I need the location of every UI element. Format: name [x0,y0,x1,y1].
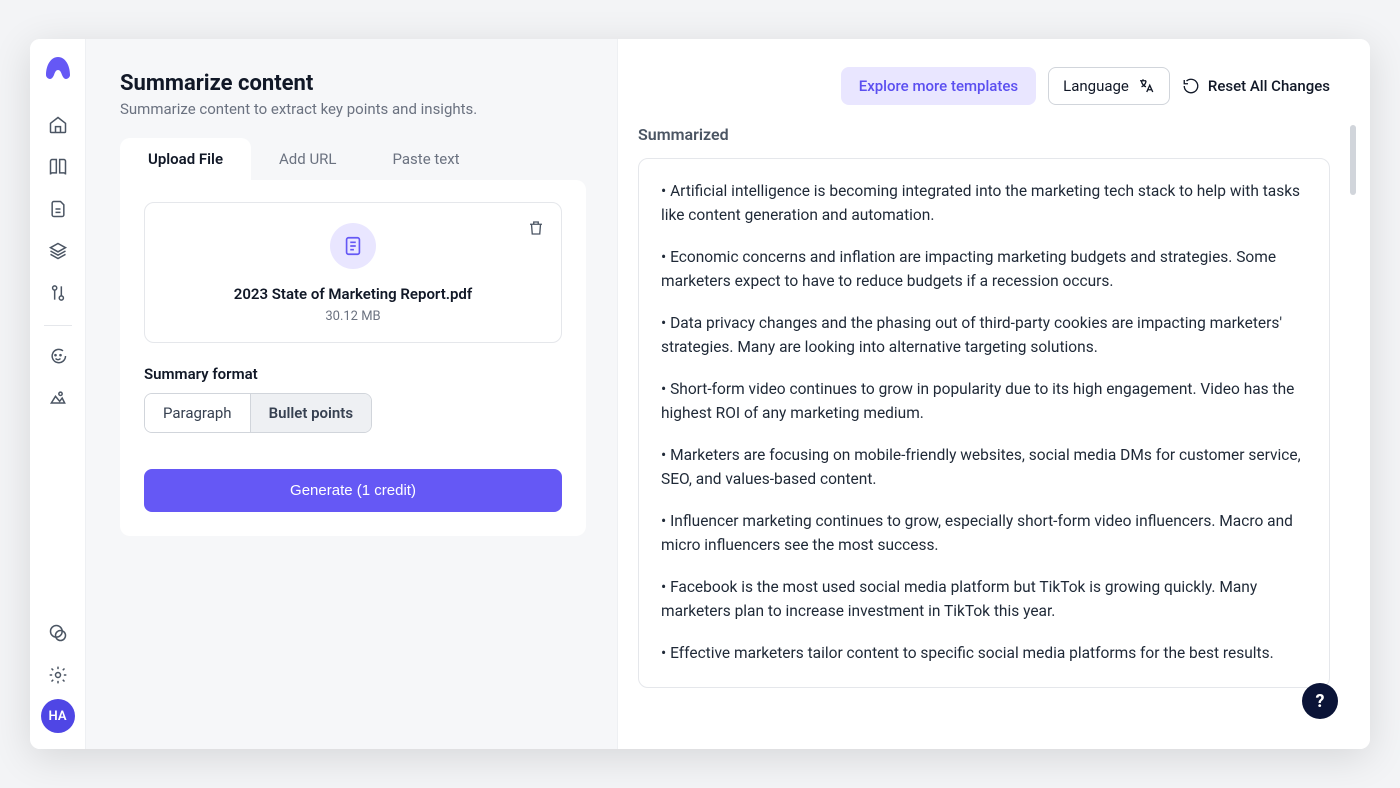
output-scrollbar[interactable] [1350,125,1356,195]
sidebar-divider [44,325,72,326]
file-size: 30.12 MB [163,309,543,324]
config-card: 2023 State of Marketing Report.pdf 30.12… [120,180,586,536]
summary-output[interactable]: • Artificial intelligence is becoming in… [638,158,1330,688]
reset-icon [1182,77,1200,95]
tab-paste-text[interactable]: Paste text [365,138,488,180]
nav-chat-icon[interactable] [40,338,76,374]
sidebar: HA [30,39,86,749]
summary-bullet: • Effective marketers tailor content to … [661,641,1307,665]
uploaded-file-card: 2023 State of Marketing Report.pdf 30.12… [144,202,562,343]
format-bullets-option[interactable]: Bullet points [250,394,371,432]
reset-all-button[interactable]: Reset All Changes [1182,77,1330,95]
summary-bullet: • Facebook is the most used social media… [661,575,1307,623]
nav-home-icon[interactable] [40,107,76,143]
page-subtitle: Summarize content to extract key points … [120,100,587,118]
summary-bullet: • Marketers are focusing on mobile-frien… [661,443,1307,491]
tab-upload-file[interactable]: Upload File [120,138,251,180]
output-panel: Explore more templates Language Reset Al… [618,39,1370,749]
page-title: Summarize content [120,71,587,96]
tab-add-url[interactable]: Add URL [251,138,364,180]
nav-library-icon[interactable] [40,149,76,185]
config-panel: Summarize content Summarize content to e… [86,39,618,749]
nav-document-icon[interactable] [40,191,76,227]
avatar[interactable]: HA [41,699,75,733]
nav-settings-icon[interactable] [40,657,76,693]
summary-bullet: • Data privacy changes and the phasing o… [661,311,1307,359]
summary-bullet: • Economic concerns and inflation are im… [661,245,1307,293]
summary-format-label: Summary format [144,365,562,383]
help-fab[interactable]: ? [1302,683,1338,719]
nav-image-icon[interactable] [40,380,76,416]
format-paragraph-option[interactable]: Paragraph [145,394,250,432]
reset-label: Reset All Changes [1208,77,1330,95]
language-button[interactable]: Language [1048,67,1170,105]
summary-bullet: • Artificial intelligence is becoming in… [661,179,1307,227]
file-name: 2023 State of Marketing Report.pdf [163,285,543,303]
summary-bullet: • Influencer marketing continues to grow… [661,509,1307,557]
nav-layers-icon[interactable] [40,233,76,269]
output-title: Summarized [638,125,1330,144]
file-icon [330,223,376,269]
generate-button[interactable]: Generate (1 credit) [144,469,562,512]
language-label: Language [1063,77,1129,95]
nav-usage-icon[interactable] [40,615,76,651]
explore-templates-button[interactable]: Explore more templates [841,67,1036,105]
summary-bullet: • Short-form video continues to grow in … [661,377,1307,425]
delete-file-icon[interactable] [527,219,545,241]
input-tabs: Upload File Add URL Paste text [120,138,587,180]
app-logo[interactable] [45,57,71,83]
nav-compare-icon[interactable] [40,275,76,311]
summary-format-segmented: Paragraph Bullet points [144,393,372,433]
topbar: Explore more templates Language Reset Al… [618,39,1370,125]
translate-icon [1137,77,1155,95]
